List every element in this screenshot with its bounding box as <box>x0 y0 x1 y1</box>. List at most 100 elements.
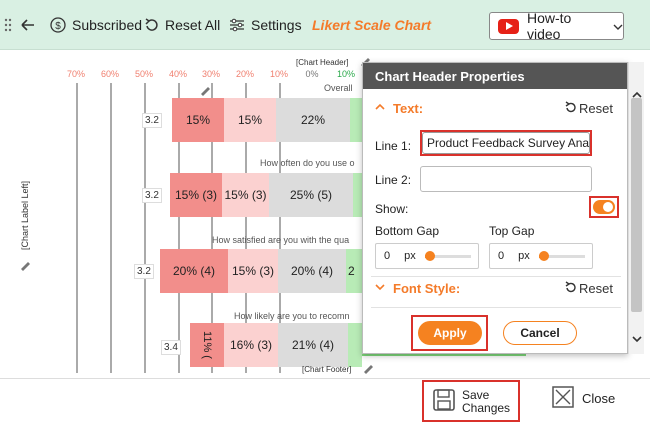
bottom-gap-slider[interactable] <box>425 251 471 261</box>
youtube-icon <box>498 18 519 34</box>
chevron-down-icon <box>613 18 623 34</box>
question-label: How satisfied are you with the qua <box>212 235 350 245</box>
undo-icon <box>143 17 159 33</box>
axis-tick: 40% <box>168 69 188 79</box>
text-section-title: Text: <box>393 100 424 116</box>
line1-input[interactable]: Product Feedback Survey Ana <box>422 132 590 154</box>
subscribed-button[interactable]: $ Subscribed <box>50 0 142 50</box>
reset-all-label: Reset All <box>165 17 221 33</box>
apply-button[interactable]: Apply <box>418 321 482 345</box>
axis-tick: 60% <box>100 69 120 79</box>
how-to-video-label: How-to video <box>527 10 572 42</box>
save-changes-button[interactable]: Save Changes <box>424 382 520 422</box>
reset-all-button[interactable]: Reset All <box>143 0 220 50</box>
top-gap-value[interactable]: 0 <box>498 250 504 262</box>
chart-header-properties-panel: Chart Header Properties Text: Reset Line… <box>362 62 628 354</box>
toolbar-grip <box>4 0 12 50</box>
bar-segment[interactable]: 21% (4) <box>278 323 348 367</box>
bottom-gap-label: Bottom Gap <box>375 224 440 238</box>
save-changes-label: Save Changes <box>462 389 510 415</box>
axis-tick: 70% <box>66 69 86 79</box>
scrollbar-thumb[interactable] <box>631 98 642 312</box>
bar-segment[interactable]: 2 <box>346 249 362 293</box>
close-button[interactable]: Close <box>552 386 615 411</box>
slider-knob[interactable] <box>539 251 549 261</box>
px-unit: px <box>518 250 530 262</box>
bar-segment[interactable]: 15% (3) <box>222 173 269 217</box>
panel-title: Chart Header Properties <box>363 63 627 89</box>
bar-segment[interactable]: 20% (4) <box>160 249 228 293</box>
toolbar: $ Subscribed Reset All Settings Likert S… <box>0 0 650 50</box>
bar-segment[interactable]: 20% (4) <box>278 249 346 293</box>
sliders-icon <box>229 17 245 33</box>
bar-segment[interactable]: 16% (3) <box>224 323 278 367</box>
undo-icon <box>564 280 576 296</box>
grip-icon <box>4 18 12 32</box>
how-to-video-dropdown[interactable]: How-to video <box>489 10 624 42</box>
settings-label: Settings <box>251 17 302 33</box>
axis-tick: 0% <box>305 69 319 79</box>
divider <box>371 307 621 308</box>
average-score: 3.4 <box>161 340 181 355</box>
chevron-up-icon <box>375 103 385 113</box>
line2-label: Line 2: <box>375 173 412 187</box>
bar-segment[interactable] <box>348 323 362 367</box>
panel-scrollbar[interactable] <box>628 62 644 354</box>
bar-segment[interactable] <box>350 98 362 142</box>
pencil-icon[interactable] <box>362 361 374 379</box>
scroll-down-icon[interactable] <box>632 330 642 348</box>
show-toggle[interactable] <box>593 200 615 214</box>
font-style-reset-button[interactable]: Reset <box>564 281 613 296</box>
average-score: 3.2 <box>134 264 154 279</box>
save-line2: Changes <box>462 401 511 415</box>
dollar-circle-icon: $ <box>50 17 66 33</box>
bar-segment[interactable]: 15% (3) <box>170 173 222 217</box>
bar-segment[interactable]: 11% ( <box>190 323 224 367</box>
question-label: How often do you use o <box>260 158 355 168</box>
grid-line <box>76 83 78 373</box>
px-unit: px <box>404 250 416 262</box>
reset-label: Reset <box>579 280 613 296</box>
bottom-gap-value[interactable]: 0 <box>384 250 390 262</box>
pencil-icon[interactable] <box>19 258 31 276</box>
bar-segment-label: 11% ( <box>200 331 213 359</box>
line2-input[interactable] <box>420 166 592 192</box>
subscribed-label: Subscribed <box>72 17 143 33</box>
save-line1: Save <box>462 388 490 402</box>
chart-footer-placeholder[interactable]: [Chart Footer] <box>302 365 351 374</box>
bar-segment[interactable] <box>353 173 362 217</box>
bar-segment[interactable]: 15% <box>224 98 276 142</box>
question-label: How likely are you to recomn <box>234 311 350 321</box>
axis-tick: 50% <box>134 69 154 79</box>
text-reset-button[interactable]: Reset <box>564 101 613 116</box>
text-section-header[interactable]: Text: Reset <box>363 96 629 120</box>
chart-label-left-placeholder[interactable]: [Chart Label Left] <box>20 181 30 250</box>
settings-button[interactable]: Settings <box>229 0 302 50</box>
grid-line <box>110 83 112 373</box>
axis-tick: 20% <box>235 69 255 79</box>
close-label: Close <box>582 391 616 406</box>
slider-knob[interactable] <box>425 251 435 261</box>
top-gap-slider[interactable] <box>539 251 585 261</box>
font-style-section-header[interactable]: Font Style: Reset <box>363 276 629 300</box>
footer-bar: Save Changes Close <box>0 378 650 425</box>
app-title: Likert Scale Chart <box>312 17 432 33</box>
bar-segment[interactable]: 25% (5) <box>269 173 353 217</box>
undo-icon <box>564 100 576 116</box>
axis-tick: 30% <box>201 69 221 79</box>
bar-segment[interactable]: 22% <box>276 98 350 142</box>
reset-label: Reset <box>579 100 613 116</box>
chevron-down-icon <box>375 283 385 293</box>
question-label: Overall <box>324 83 353 93</box>
bar-segment[interactable]: 15% (3) <box>228 249 278 293</box>
bar-segment[interactable]: 15% <box>172 98 224 142</box>
top-gap-label: Top Gap <box>489 224 535 238</box>
average-score: 3.2 <box>142 188 162 203</box>
back-arrow-icon <box>21 19 34 31</box>
axis-tick: 10% <box>269 69 289 79</box>
chart-header-placeholder[interactable]: [Chart Header] <box>296 58 348 67</box>
axis-tick: 10% <box>336 69 356 79</box>
line1-label: Line 1: <box>375 139 412 153</box>
cancel-button[interactable]: Cancel <box>503 321 577 345</box>
back-button[interactable] <box>20 0 36 50</box>
